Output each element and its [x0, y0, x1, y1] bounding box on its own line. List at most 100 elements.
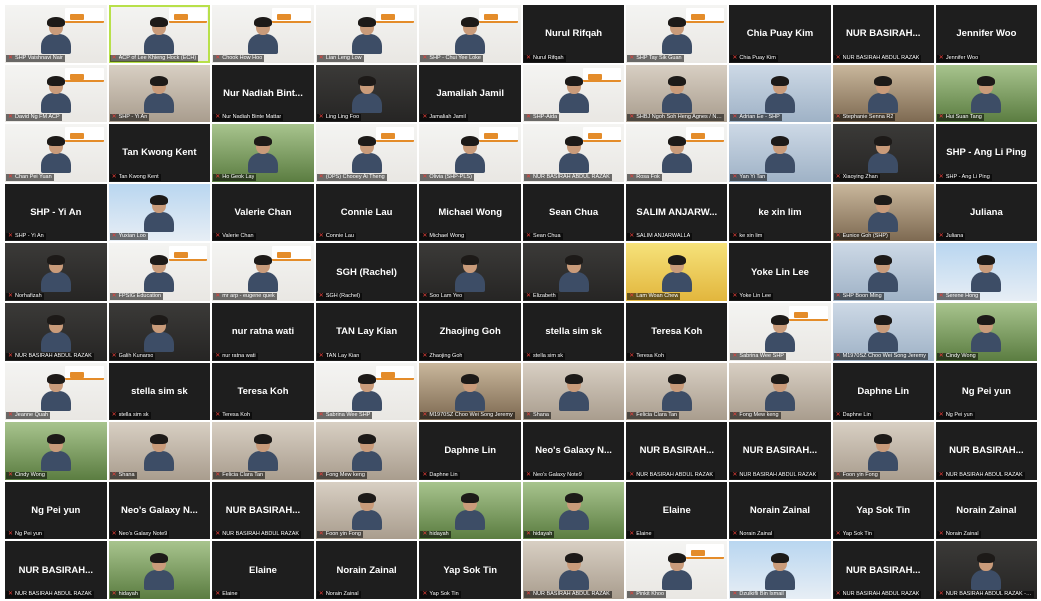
participant-tile[interactable]: ✕ Soo Lam Yeo [419, 243, 521, 301]
participant-tile[interactable]: ✕ Felicia Clara Tan [626, 362, 728, 421]
participant-tile[interactable]: SHP - Yi An ✕ SHP - Yi An [5, 183, 107, 242]
participant-tile[interactable]: Chia Puay Kim ✕ Chia Puay Kim [729, 5, 831, 63]
participant-tile[interactable]: ✕ Yuxian Loo [108, 183, 211, 242]
participant-tile[interactable]: ✕ Jeanne Quah [5, 362, 107, 421]
participant-tile[interactable]: SHP - Ang Li Ping ✕ SHP - Ang Li Ping [935, 124, 1037, 182]
participant-tile[interactable]: ✕ Norhafizah [5, 243, 107, 301]
participant-tile[interactable]: ✕ Xiaoying Zhan [832, 124, 934, 182]
participant-tile[interactable]: ✕ Chook How Hoo [212, 5, 314, 63]
participant-tile[interactable]: Ng Pei yun ✕ Ng Pei yun [5, 481, 107, 540]
participant-tile[interactable]: Connie Lau ✕ Connie Lau [315, 183, 418, 242]
participant-tile[interactable]: NUR BASIRAH... ✕ NUR BASIRAH ABDUL RAZAK [935, 422, 1037, 480]
participant-tile[interactable]: ✕ SHP - Chui Yee Loke [419, 5, 521, 63]
participant-tile[interactable]: ✕ Chan Pei Yuan [5, 124, 107, 182]
participant-tile[interactable]: NUR BASIRAH... ✕ NUR BASIRAH ABDUL RAZAK [5, 541, 107, 599]
participant-tile[interactable]: ✕ (OPS) Chooey Ai Theng [315, 124, 418, 182]
participant-tile[interactable]: ✕ hidayah [419, 481, 521, 540]
participant-tile[interactable]: ✕ Foon yin Fong [832, 422, 934, 480]
participant-tile[interactable]: ✕ Lian Leng Low [315, 5, 418, 63]
participant-tile[interactable]: ✕ Eunice Goh (SHP) [832, 183, 934, 242]
participant-tile[interactable]: ✕ Sabrina Wee SHP [315, 362, 418, 421]
participant-tile[interactable]: Juliana ✕ Juliana [935, 183, 1037, 242]
participant-tile[interactable]: ✕ FPSIG Education [108, 243, 211, 301]
participant-tile[interactable]: Jennifer Woo ✕ Jennifer Woo [935, 5, 1037, 63]
participant-tile[interactable]: ✕ NUR BASIRAH ABDUL RAZAK [5, 302, 107, 361]
participant-tile[interactable]: TAN Lay Kian ✕ TAN Lay Kian [315, 302, 418, 361]
participant-tile[interactable]: Yoke Lin Lee ✕ Yoke Lin Lee [729, 243, 831, 301]
participant-tile[interactable]: ✕ Shana [523, 362, 625, 421]
participant-tile[interactable]: ✕ Ho Geok Lay [212, 124, 314, 182]
participant-tile[interactable]: stella sim sk ✕ stella sim sk [108, 362, 211, 421]
participant-tile[interactable]: SGH (Rachel) ✕ SGH (Rachel) [315, 243, 418, 301]
participant-tile[interactable]: Ng Pei yun ✕ Ng Pei yun [935, 362, 1037, 421]
participant-tile[interactable]: ✕ Elizabeth [523, 243, 625, 301]
participant-tile[interactable]: ✕ ACP of Lee Khieng Hock (ECH) [108, 5, 211, 63]
participant-tile[interactable]: Daphne Lin ✕ Daphne Lin [419, 422, 521, 480]
participant-tile[interactable]: nur ratna wati ✕ nur ratna wati [212, 302, 314, 361]
participant-tile[interactable]: Teresa Koh ✕ Teresa Koh [626, 302, 728, 361]
participant-tile[interactable]: ✕ SHP Boon Ming [832, 243, 934, 301]
participant-tile[interactable]: ✕ Yan Yi Tan [729, 124, 831, 182]
participant-tile[interactable]: NUR BASIRAH... ✕ NUR BASIRAH ABDUL RAZAK [626, 422, 728, 480]
participant-tile[interactable]: ✕ Hui Suan Tang [935, 64, 1037, 123]
participant-tile[interactable]: NUR BASIRAH... ✕ NUR BASIRAH ABDUL RAZAK [212, 481, 314, 540]
participant-tile[interactable]: Neo's Galaxy N... ✕ Neo's Galaxy Note9 [108, 481, 211, 540]
participant-tile[interactable]: Teresa Koh ✕ Teresa Koh [212, 362, 314, 421]
participant-tile[interactable]: ✕ NUR BASIRAH ABDUL RAZAK - chip [935, 541, 1037, 599]
participant-tile[interactable]: ✕ Stephanie Senna R2 [832, 64, 934, 123]
participant-tile[interactable]: Michael Wong ✕ Michael Wong [419, 183, 521, 242]
participant-tile[interactable]: ✕ SHP-Aida [523, 64, 625, 123]
participant-tile[interactable]: ✕ Adrian Ee - SHP [729, 64, 831, 123]
participant-tile[interactable]: Nurul Rifqah ✕ Nurul Rifqah [523, 5, 625, 63]
participant-tile[interactable]: NUR BASIRAH... ✕ NUR BASIRAH ABDUL RAZAK [832, 5, 934, 63]
participant-tile[interactable]: ✕ M1970SZ Choo Wei Song Jeremy [419, 362, 521, 421]
participant-tile[interactable]: NUR BASIRAH... ✕ NUR BASIRAH ABDUL RAZAK [729, 422, 831, 480]
participant-tile[interactable]: Daphne Lin ✕ Daphne Lin [832, 362, 934, 421]
participant-tile[interactable]: Elaine ✕ Elaine [212, 541, 314, 599]
participant-tile[interactable]: ✕ Pinkit Khoo [626, 541, 728, 599]
participant-tile[interactable]: Norain Zainal ✕ Norain Zainal [315, 541, 418, 599]
participant-tile[interactable]: Tan Kwong Kent ✕ Tan Kwong Kent [108, 124, 211, 182]
participant-tile[interactable]: Valerie Chan ✕ Valerie Chan [212, 183, 314, 242]
participant-tile[interactable]: Yap Sok Tin ✕ Yap Sok Tin [832, 481, 934, 540]
participant-tile[interactable]: SALIM ANJARW... ✕ SALIM ANJARWALLA [626, 183, 728, 242]
participant-tile[interactable]: ✕ Fong Mew keng [729, 362, 831, 421]
participant-tile[interactable]: Norain Zainal ✕ Norain Zainal [729, 481, 831, 540]
participant-tile[interactable]: ✕ Foon yin Fong [315, 481, 418, 540]
participant-tile[interactable]: stella sim sk ✕ stella sim sk [523, 302, 625, 361]
participant-tile[interactable]: ✕ Cindy Wong [5, 422, 107, 480]
participant-tile[interactable]: Jamaliah Jamil ✕ Jamaliah Jamil [419, 64, 521, 123]
participant-tile[interactable]: ✕ hidayah [108, 541, 211, 599]
participant-tile[interactable]: ✕ Felicia Clara Tan [212, 422, 314, 480]
participant-tile[interactable]: NUR BASIRAH... ✕ NUR BASIRAH ABDUL RAZAK [832, 541, 934, 599]
participant-tile[interactable]: Nur Nadiah Bint... ✕ Nur Nadiah Binte Matt… [212, 64, 314, 123]
participant-tile[interactable]: ✕ M1970SZ Choo Wei Song Jeremy [832, 302, 934, 361]
participant-tile[interactable]: ✕ SHBJ Ngoh Soh Heng Agnes / N6... [626, 64, 728, 123]
participant-tile[interactable]: Neo's Galaxy N... ✕ Neo's Galaxy Note9 [523, 422, 625, 480]
participant-tile[interactable]: ✕ Cindy Wong [935, 302, 1037, 361]
participant-tile[interactable]: ✕ Dzulkifli Bin Ismail [729, 541, 831, 599]
participant-tile[interactable]: ✕ NUR BASIRAH ABDUL RAZAK [523, 124, 625, 182]
participant-tile[interactable]: ✕ David Ng FM ACP [5, 64, 107, 123]
participant-tile[interactable]: Yap Sok Tin ✕ Yap Sok Tin [419, 541, 521, 599]
participant-tile[interactable]: ✕ Serene Hong [935, 243, 1037, 301]
participant-tile[interactable]: ✕ Shana [108, 422, 211, 480]
participant-tile[interactable]: ✕ SHP Tay Sik Guan [626, 5, 728, 63]
participant-tile[interactable]: ✕ Galih Kunarso [108, 302, 211, 361]
participant-tile[interactable]: ✕ Lam Woan Chew [626, 243, 728, 301]
participant-tile[interactable]: Norain Zainal ✕ Norain Zainal [935, 481, 1037, 540]
participant-tile[interactable]: ✕ hidayah [523, 481, 625, 540]
participant-tile[interactable]: ✕ Fong Mew keng [315, 422, 418, 480]
participant-tile[interactable]: Sean Chua ✕ Sean Chua [523, 183, 625, 242]
participant-tile[interactable]: ✕ SHP - Yi An [108, 64, 211, 123]
participant-tile[interactable]: ✕ NUR BASIRAH ABDUL RAZAK [523, 541, 625, 599]
participant-tile[interactable]: ✕ mr arp - eugene quek [212, 243, 314, 301]
participant-tile[interactable]: Zhaojing Goh ✕ Zhaojing Goh [419, 302, 521, 361]
participant-tile[interactable]: ke xin lim ✕ ke xin lim [729, 183, 831, 242]
participant-tile[interactable]: ✕ Olivia (SHP-PLS) [419, 124, 521, 182]
participant-tile[interactable]: ✕ Ling Ling Foo [315, 64, 418, 123]
participant-tile[interactable]: ✕ Sabrina Wee SHP [729, 302, 831, 361]
participant-tile[interactable]: ✕ Rosa Fok [626, 124, 728, 182]
participant-tile[interactable]: Elaine ✕ Elaine [626, 481, 728, 540]
participant-tile[interactable]: ✕ SHP Vaishnavi Nair [5, 5, 107, 63]
